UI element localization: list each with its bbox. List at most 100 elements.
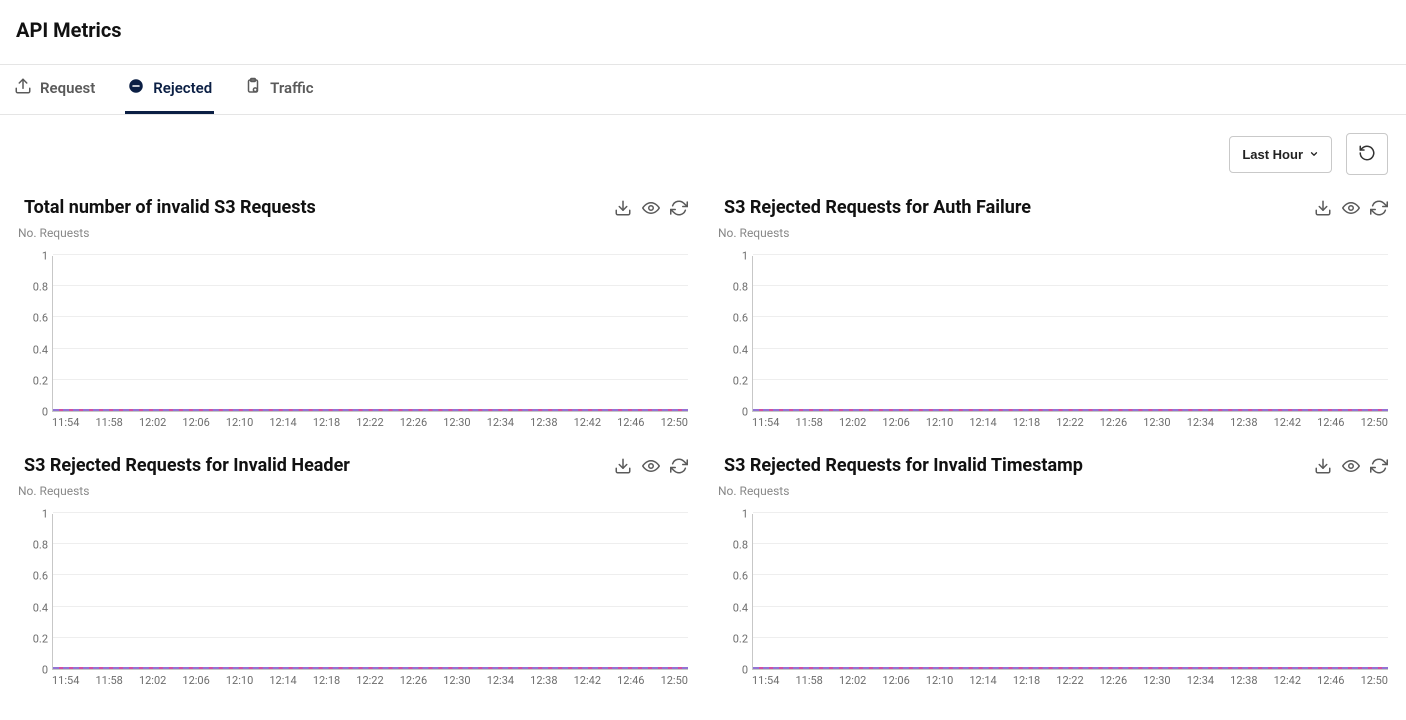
xtick: 12:30: [1143, 416, 1170, 429]
download-icon[interactable]: [1314, 199, 1332, 217]
xtick: 12:22: [356, 674, 383, 687]
chart-yaxis: 00.20.40.60.81: [18, 500, 52, 670]
refresh-all-button[interactable]: [1346, 133, 1388, 175]
chart-plot: 00.20.40.60.81: [18, 500, 688, 670]
xtick: 12:34: [487, 674, 514, 687]
ytick: 0: [42, 406, 48, 419]
chart-series-line: [53, 409, 688, 411]
refresh-icon: [1358, 144, 1376, 165]
tab-label: Request: [40, 79, 95, 97]
xtick: 12:22: [356, 416, 383, 429]
chart-plot: 00.20.40.60.81: [718, 242, 1388, 412]
chart-series-line: [753, 409, 1388, 411]
chart-yaxis: 00.20.40.60.81: [718, 242, 752, 412]
xtick: 12:42: [574, 416, 601, 429]
ytick: 0.2: [33, 632, 48, 645]
chart-plot-area: [752, 256, 1388, 412]
chart-actions: [614, 199, 688, 217]
xtick: 11:54: [752, 674, 779, 687]
download-icon[interactable]: [614, 199, 632, 217]
xtick: 12:14: [269, 674, 296, 687]
chart-plot: 00.20.40.60.81: [718, 500, 1388, 670]
ytick: 1: [742, 508, 748, 521]
chart-header: S3 Rejected Requests for Invalid Header: [18, 449, 688, 478]
xtick: 12:42: [574, 674, 601, 687]
upload-icon: [14, 77, 32, 99]
tab-traffic[interactable]: Traffic: [242, 65, 315, 114]
eye-icon[interactable]: [642, 457, 660, 475]
xtick: 11:58: [95, 674, 122, 687]
chart-xaxis: 11:5411:5812:0212:0612:1012:1412:1812:22…: [18, 416, 688, 429]
xtick: 12:18: [1013, 416, 1040, 429]
refresh-icon[interactable]: [1370, 199, 1388, 217]
xtick: 12:50: [1361, 416, 1388, 429]
eye-icon[interactable]: [642, 199, 660, 217]
xtick: 12:10: [926, 416, 953, 429]
xtick: 12:06: [182, 416, 209, 429]
xtick: 12:34: [1187, 416, 1214, 429]
xtick: 12:18: [313, 416, 340, 429]
ytick: 1: [742, 250, 748, 263]
ytick: 0.2: [733, 632, 748, 645]
chart-title: S3 Rejected Requests for Invalid Header: [24, 455, 350, 476]
xtick: 12:38: [1230, 416, 1257, 429]
chart-plot-area: [752, 514, 1388, 670]
xtick: 12:18: [313, 674, 340, 687]
ytick: 0.6: [733, 570, 748, 583]
chart-series-line: [753, 667, 1388, 669]
eye-icon[interactable]: [1342, 199, 1360, 217]
chart-header: S3 Rejected Requests for Auth Failure: [718, 191, 1388, 220]
refresh-icon[interactable]: [670, 199, 688, 217]
refresh-icon[interactable]: [1370, 457, 1388, 475]
ytick: 0.8: [733, 281, 748, 294]
chart-xaxis: 11:5411:5812:0212:0612:1012:1412:1812:22…: [18, 674, 688, 687]
xtick: 12:30: [1143, 674, 1170, 687]
tab-label: Traffic: [270, 79, 313, 97]
chart-actions: [1314, 199, 1388, 217]
chart-title: S3 Rejected Requests for Auth Failure: [724, 197, 1031, 218]
xtick: 12:46: [1317, 674, 1344, 687]
chart-plot: 00.20.40.60.81: [18, 242, 688, 412]
ytick: 1: [42, 508, 48, 521]
xtick: 12:26: [1100, 674, 1127, 687]
ytick: 1: [42, 250, 48, 263]
xtick: 12:50: [661, 416, 688, 429]
xtick: 12:30: [443, 674, 470, 687]
chart-plot-area: [52, 514, 688, 670]
chart-actions: [1314, 457, 1388, 475]
xtick: 12:26: [400, 416, 427, 429]
download-icon[interactable]: [1314, 457, 1332, 475]
time-range-dropdown[interactable]: Last Hour: [1229, 136, 1332, 173]
download-icon[interactable]: [614, 457, 632, 475]
ytick: 0.2: [733, 374, 748, 387]
ytick: 0: [42, 664, 48, 677]
xtick: 12:06: [182, 674, 209, 687]
xtick: 12:26: [400, 674, 427, 687]
ytick: 0.8: [33, 539, 48, 552]
xtick: 12:42: [1274, 416, 1301, 429]
xtick: 12:10: [226, 674, 253, 687]
xtick: 12:50: [661, 674, 688, 687]
chart-yaxis: 00.20.40.60.81: [18, 242, 52, 412]
chart-actions: [614, 457, 688, 475]
tab-rejected[interactable]: Rejected: [125, 65, 214, 114]
xtick: 11:54: [52, 674, 79, 687]
tab-label: Rejected: [153, 79, 212, 97]
xtick: 12:22: [1056, 674, 1083, 687]
xtick: 12:50: [1361, 674, 1388, 687]
ytick: 0.4: [733, 343, 748, 356]
refresh-icon[interactable]: [670, 457, 688, 475]
chart-card: S3 Rejected Requests for Auth FailureNo.…: [718, 191, 1388, 429]
xtick: 12:38: [530, 674, 557, 687]
xtick: 12:14: [269, 416, 296, 429]
xtick: 12:26: [1100, 416, 1127, 429]
xtick: 12:38: [1230, 674, 1257, 687]
chart-yaxis: 00.20.40.60.81: [718, 500, 752, 670]
eye-icon[interactable]: [1342, 457, 1360, 475]
tab-request[interactable]: Request: [12, 65, 97, 114]
xtick: 12:10: [926, 674, 953, 687]
xtick: 12:38: [530, 416, 557, 429]
xtick: 12:02: [139, 416, 166, 429]
xtick: 12:34: [1187, 674, 1214, 687]
xtick: 11:58: [795, 416, 822, 429]
